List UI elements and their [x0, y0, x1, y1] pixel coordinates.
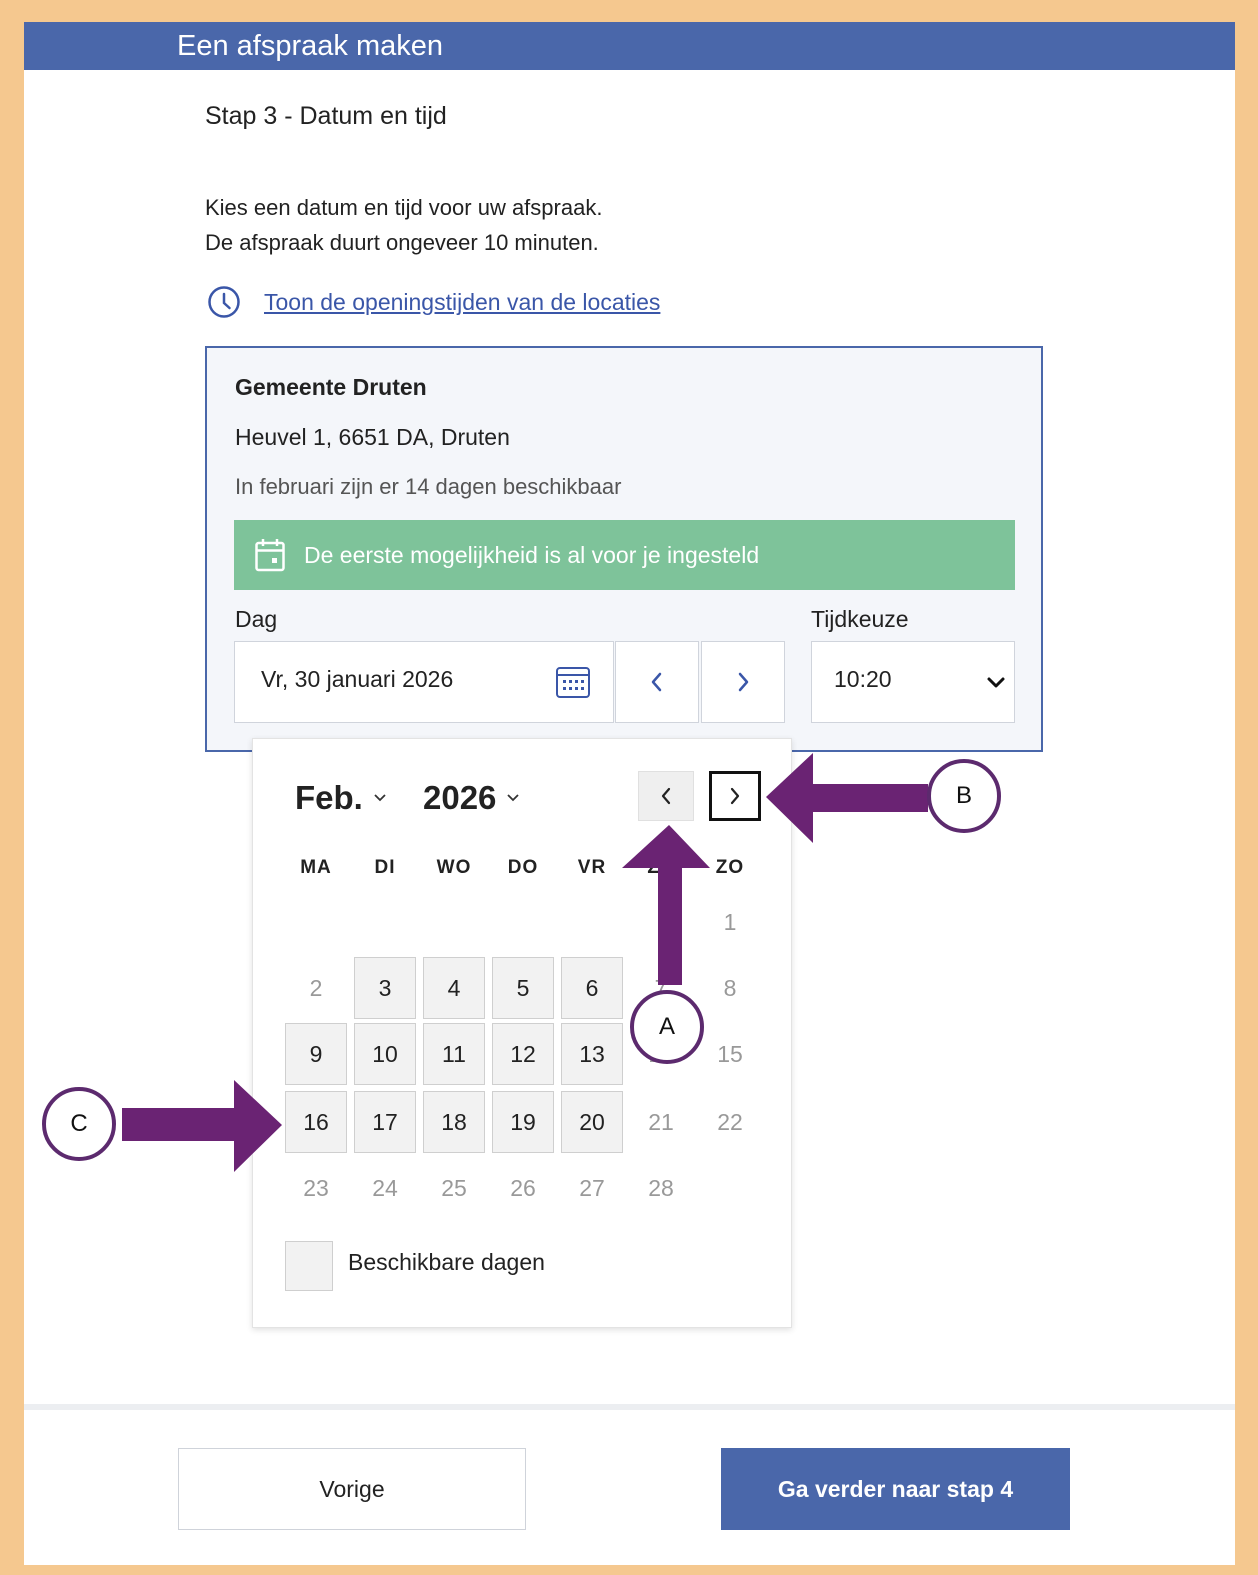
calendar-picker-icon[interactable]: [555, 664, 591, 700]
calendar-day-unavailable: 28: [648, 1174, 674, 1201]
year-value: 2026: [423, 779, 497, 816]
month-select[interactable]: Feb.: [295, 779, 387, 817]
calendar-day-available[interactable]: 12: [492, 1023, 554, 1085]
app-frame: Een afspraak maken Stap 3 - Datum en tij…: [24, 22, 1235, 1565]
previous-step-button[interactable]: Vorige: [178, 1448, 526, 1530]
chevron-right-icon: [730, 787, 740, 805]
weekday-label: ZO: [715, 857, 745, 878]
chevron-left-icon: [661, 787, 671, 805]
first-available-notice: De eerste mogelijkheid is al voor je ing…: [234, 520, 1015, 590]
calendar-icon: [255, 539, 285, 572]
clock-icon: [208, 286, 240, 318]
calendar-day-available[interactable]: 6: [561, 957, 623, 1019]
date-value: Vr, 30 januari 2026: [261, 666, 454, 692]
calendar-day-unavailable: 24: [372, 1174, 398, 1201]
footer-divider: [24, 1404, 1235, 1410]
previous-day-button[interactable]: [615, 641, 699, 723]
calendar-day-available[interactable]: 19: [492, 1091, 554, 1153]
calendar-day-unavailable: 27: [579, 1174, 605, 1201]
chevron-down-icon: [987, 677, 1005, 688]
opening-hours-link[interactable]: Toon de openingstijden van de locaties: [264, 289, 660, 316]
weekday-label: DO: [507, 857, 539, 878]
availability-text: In februari zijn er 14 dagen beschikbaar: [235, 474, 622, 499]
weekday-label: MA: [300, 857, 332, 878]
annotation-marker-b: B: [927, 759, 1001, 833]
location-address: Heuvel 1, 6651 DA, Druten: [235, 424, 510, 450]
date-field[interactable]: Vr, 30 januari 2026: [234, 641, 614, 723]
year-select[interactable]: 2026: [423, 779, 520, 817]
calendar-day-unavailable: 21: [648, 1108, 674, 1135]
intro-text-line-1: Kies een datum en tijd voor uw afspraak.: [205, 195, 603, 220]
month-value: Feb.: [295, 779, 363, 816]
calendar-day-unavailable: 23: [303, 1174, 329, 1201]
header-bar: Een afspraak maken: [24, 22, 1235, 70]
calendar-day-unavailable: 25: [441, 1174, 467, 1201]
next-day-button[interactable]: [701, 641, 785, 723]
calendar-day-unavailable: 22: [717, 1108, 743, 1135]
location-name: Gemeente Druten: [235, 374, 427, 400]
date-picker-popup: Feb. 2026 MA DI WO DO VR ZA ZO 1 2 3 4 5 6 7 8 9 10 11 12…: [252, 738, 792, 1328]
calendar-day-available[interactable]: 20: [561, 1091, 623, 1153]
chevron-left-icon: [651, 672, 662, 692]
weekday-label: ZA: [647, 857, 675, 878]
opening-hours-row: Toon de openingstijden van de locaties: [207, 285, 660, 319]
next-month-button[interactable]: [709, 771, 761, 821]
calendar-day-available[interactable]: 16: [285, 1091, 347, 1153]
calendar-day-available[interactable]: 9: [285, 1023, 347, 1085]
chevron-right-icon: [738, 672, 749, 692]
calendar-day-available[interactable]: 10: [354, 1023, 416, 1085]
legend-text: Beschikbare dagen: [348, 1249, 545, 1275]
previous-month-button[interactable]: [638, 771, 694, 821]
weekday-label: DI: [374, 857, 396, 878]
time-select[interactable]: 10:20: [811, 641, 1015, 723]
calendar-day-unavailable: 1: [723, 908, 737, 935]
calendar-day-available[interactable]: 17: [354, 1091, 416, 1153]
intro-text-line-2: De afspraak duurt ongeveer 10 minuten.: [205, 230, 599, 255]
chevron-down-icon: [507, 794, 520, 802]
location-card: Gemeente Druten Heuvel 1, 6651 DA, Drute…: [205, 346, 1043, 752]
next-step-button[interactable]: Ga verder naar stap 4: [721, 1448, 1070, 1530]
calendar-day-available[interactable]: 5: [492, 957, 554, 1019]
calendar-day-available[interactable]: 3: [354, 957, 416, 1019]
annotation-marker-c: C: [42, 1087, 116, 1161]
page-title: Een afspraak maken: [177, 30, 443, 62]
legend-swatch: [285, 1241, 333, 1291]
weekday-label: VR: [577, 857, 607, 878]
step-title: Stap 3 - Datum en tijd: [205, 102, 447, 130]
calendar-day-available[interactable]: 11: [423, 1023, 485, 1085]
calendar-day-available[interactable]: 18: [423, 1091, 485, 1153]
notice-text: De eerste mogelijkheid is al voor je ing…: [304, 541, 760, 568]
weekday-label: WO: [436, 857, 472, 878]
annotation-marker-a: A: [630, 990, 704, 1064]
calendar-day-available[interactable]: 4: [423, 957, 485, 1019]
calendar-day-unavailable: 15: [717, 1040, 743, 1067]
calendar-day-unavailable: 8: [723, 974, 737, 1001]
calendar-day-available[interactable]: 13: [561, 1023, 623, 1085]
calendar-day-unavailable: 2: [309, 974, 323, 1001]
day-label: Dag: [235, 606, 278, 632]
chevron-down-icon: [374, 794, 386, 802]
calendar-day-unavailable: 26: [510, 1174, 536, 1201]
time-label: Tijdkeuze: [811, 606, 909, 632]
time-value: 10:20: [834, 666, 892, 692]
